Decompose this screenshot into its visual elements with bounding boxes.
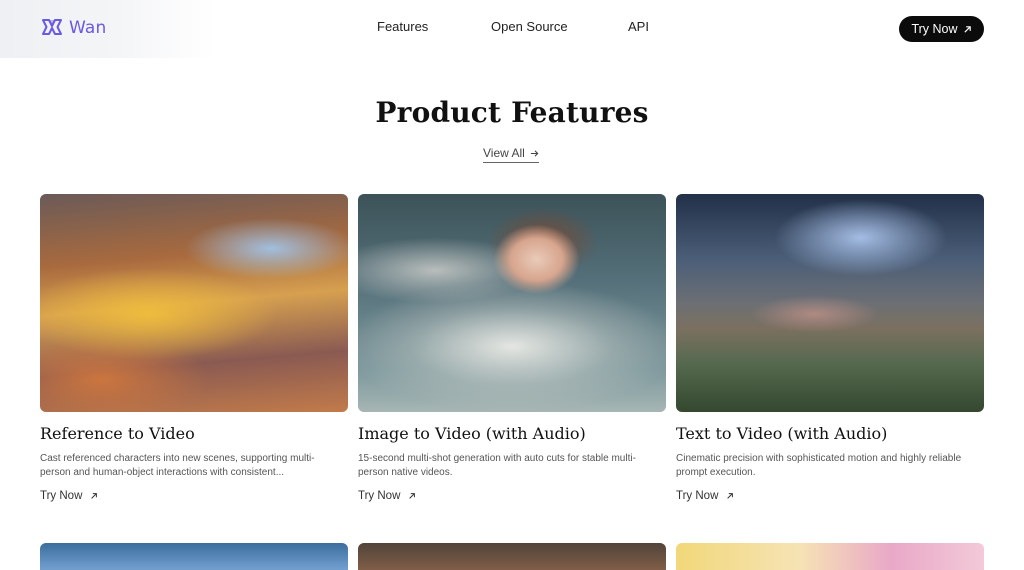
site-header: Wan Features Open Source API Try Now <box>0 0 1024 58</box>
try-now-label: Try Now <box>911 22 958 36</box>
feature-card-text-to-video[interactable]: Text to Video (with Audio) Cinematic pre… <box>676 194 984 502</box>
card-link-label: Try Now <box>358 490 401 502</box>
nav-features[interactable]: Features <box>377 19 428 34</box>
nav-open-source[interactable]: Open Source <box>491 19 568 34</box>
try-now-button[interactable]: Try Now <box>899 16 984 42</box>
main-nav: Features Open Source API <box>0 19 1024 39</box>
card-link-label: Try Now <box>40 490 83 502</box>
card-link-label: Try Now <box>676 490 719 502</box>
card-title: Text to Video (with Audio) <box>676 424 888 443</box>
card-try-now-link[interactable]: Try Now <box>358 490 416 502</box>
view-all-link[interactable]: View All <box>483 146 539 163</box>
feature-card-thumbnail-partial[interactable] <box>676 543 984 570</box>
card-try-now-link[interactable]: Try Now <box>40 490 98 502</box>
card-thumbnail[interactable] <box>676 194 984 412</box>
arrow-up-right-icon <box>409 493 416 499</box>
nav-api[interactable]: API <box>628 19 649 34</box>
view-all-label: View All <box>483 146 525 160</box>
card-try-now-link[interactable]: Try Now <box>676 490 734 502</box>
card-description: Cast referenced characters into new scen… <box>40 453 315 478</box>
card-thumbnail[interactable] <box>40 194 348 412</box>
arrow-up-right-icon <box>963 25 971 33</box>
feature-card-thumbnail-partial[interactable] <box>40 543 348 570</box>
feature-card-reference-to-video[interactable]: Reference to Video Cast referenced chara… <box>40 194 348 502</box>
feature-card-image-to-video[interactable]: Image to Video (with Audio) 15-second mu… <box>358 194 666 502</box>
arrow-right-icon <box>530 149 539 157</box>
card-title: Image to Video (with Audio) <box>358 424 586 443</box>
card-description: 15-second multi-shot generation with aut… <box>358 453 636 478</box>
card-thumbnail[interactable] <box>358 194 666 412</box>
card-title: Reference to Video <box>40 424 195 443</box>
feature-card-thumbnail-partial[interactable] <box>358 543 666 570</box>
section-title: Product Features <box>375 96 649 129</box>
arrow-up-right-icon <box>91 493 98 499</box>
card-description: Cinematic precision with sophisticated m… <box>676 453 962 478</box>
arrow-up-right-icon <box>727 493 734 499</box>
